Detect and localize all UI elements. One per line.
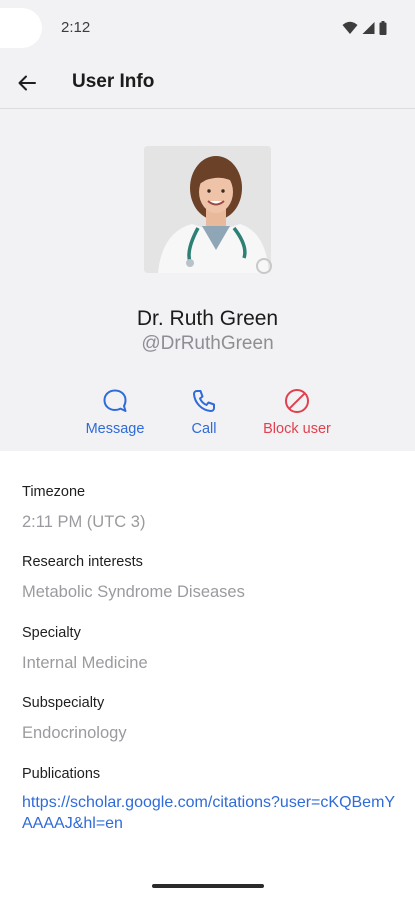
wifi-icon <box>342 21 358 34</box>
field-subspecialty: Subspecialty Endocrinology <box>22 695 402 743</box>
signal-icon <box>362 22 375 34</box>
field-label: Timezone <box>22 484 86 500</box>
field-specialty: Specialty Internal Medicine <box>22 625 402 673</box>
message-bubble-icon <box>103 389 127 412</box>
publications-link[interactable]: https://scholar.google.com/citations?use… <box>22 792 402 834</box>
avatar[interactable] <box>144 146 271 273</box>
gesture-nav-handle[interactable] <box>152 884 264 888</box>
battery-icon <box>379 21 387 35</box>
app-bar: User Info <box>0 56 415 109</box>
message-label: Message <box>85 421 145 437</box>
field-value: Metabolic Syndrome Diseases <box>22 583 245 601</box>
block-user-button[interactable]: Block user <box>247 387 347 437</box>
status-bar: 2:12 <box>0 0 415 56</box>
message-button[interactable]: Message <box>65 387 165 437</box>
profile-header: Dr. Ruth Green @DrRuthGreen Message Call… <box>0 109 415 451</box>
field-value: Internal Medicine <box>22 654 148 672</box>
profile-name: Dr. Ruth Green <box>136 307 279 330</box>
field-label: Subspecialty <box>22 695 105 711</box>
status-icons <box>342 20 387 36</box>
field-research-interests: Research interests Metabolic Syndrome Di… <box>22 554 402 602</box>
call-button[interactable]: Call <box>154 387 254 437</box>
field-timezone: Timezone 2:11 PM (UTC 3) <box>22 484 402 532</box>
field-label: Publications <box>22 766 101 782</box>
presence-indicator <box>256 258 272 274</box>
profile-handle: @DrRuthGreen <box>141 333 274 354</box>
block-icon <box>285 389 309 413</box>
field-label: Specialty <box>22 625 81 641</box>
field-publications: Publications https://scholar.google.com/… <box>22 766 402 834</box>
block-user-label: Block user <box>263 421 331 437</box>
camera-cutout <box>0 8 42 48</box>
field-value: Endocrinology <box>22 724 127 742</box>
profile-actions: Message Call Block user <box>0 387 415 447</box>
field-label: Research interests <box>22 554 143 570</box>
status-time: 2:12 <box>61 19 91 36</box>
phone-icon <box>193 390 215 412</box>
field-value: 2:11 PM (UTC 3) <box>22 513 146 531</box>
page-title: User Info <box>72 71 155 92</box>
call-label: Call <box>191 421 217 437</box>
back-arrow-icon[interactable] <box>14 70 40 96</box>
